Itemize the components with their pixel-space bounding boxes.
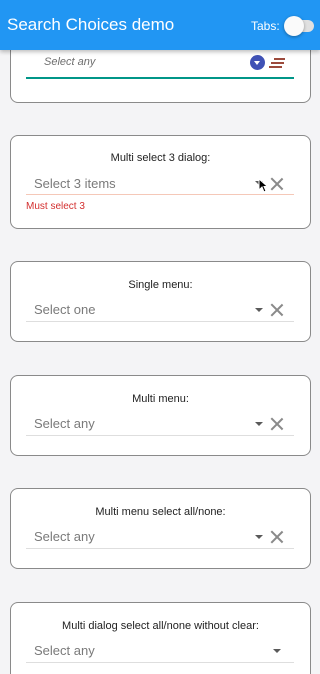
dropdown-arrow-icon[interactable]: [255, 535, 263, 539]
multi-dialog-field[interactable]: Select any: [34, 643, 95, 658]
card-multi-menu: Multi menu: Select any: [10, 375, 311, 456]
toggle-thumb: [284, 16, 304, 36]
clear-icon[interactable]: [270, 530, 284, 544]
mouse-cursor-icon: [258, 177, 269, 198]
dropdown-arrow-icon[interactable]: [255, 308, 263, 312]
clear-icon[interactable]: [270, 303, 284, 317]
field-underline: [26, 662, 294, 663]
dropdown-circle-icon[interactable]: [250, 55, 265, 70]
multi-menu-select-all-field[interactable]: Select any: [34, 529, 95, 544]
card-multi-select-3-dialog: Multi select 3 dialog: Select 3 items Mu…: [10, 135, 311, 229]
card-title: Multi select 3 dialog:: [110, 152, 211, 164]
field-underline-active: [26, 77, 294, 79]
card-single-menu: Single menu: Select one: [10, 261, 311, 342]
card-title: Multi menu:: [132, 393, 189, 405]
dropdown-arrow-icon[interactable]: [273, 649, 281, 653]
clear-icon[interactable]: [270, 417, 284, 431]
single-menu-field[interactable]: Select one: [34, 302, 95, 317]
sort-lines-icon[interactable]: [269, 57, 285, 69]
app-bar: Search Choices demo Tabs:: [0, 0, 320, 50]
card-multi-menu-select-all-none: Multi menu select all/none: Select any: [10, 488, 311, 569]
card-title: Multi menu select all/none:: [95, 506, 226, 518]
field-underline: [26, 321, 294, 322]
multi-menu-field[interactable]: Select any: [34, 416, 95, 431]
card-multi-dialog-without-clear: Multi dialog select all/none without cle…: [10, 602, 311, 674]
dropdown-arrow-icon[interactable]: [255, 422, 263, 426]
tabs-toggle[interactable]: [284, 16, 314, 36]
error-message: Must select 3: [26, 201, 85, 212]
field-underline: [26, 435, 294, 436]
field-underline-error: [26, 194, 294, 195]
card-title: Single menu:: [128, 279, 193, 291]
app-title: Search Choices demo: [7, 15, 175, 34]
tabs-label: Tabs:: [251, 19, 280, 33]
multi-select-3-field[interactable]: Select 3 items: [34, 176, 116, 191]
field-underline: [26, 548, 294, 549]
multi-search-field[interactable]: Select any: [44, 56, 95, 68]
card-title: Multi dialog select all/none without cle…: [62, 620, 259, 632]
clear-icon[interactable]: [270, 177, 284, 191]
